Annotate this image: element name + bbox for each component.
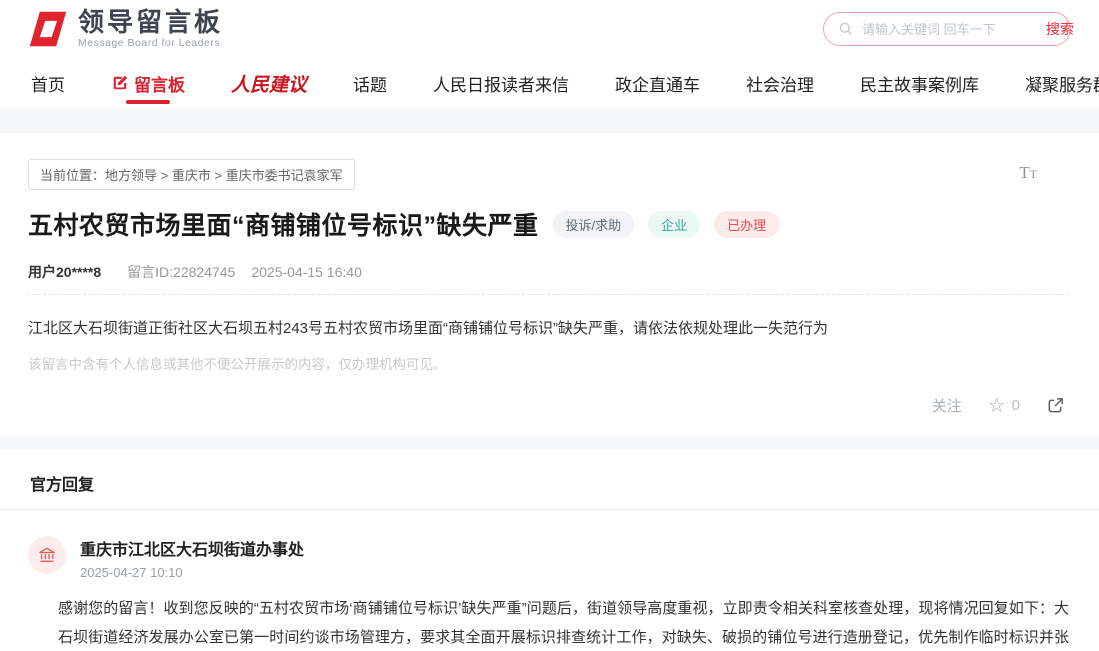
message-content: 江北区大石坝街道正街社区大石坝五村243号五村农贸市场里面“商铺铺位号标识”缺失… — [28, 317, 1069, 341]
section-gap — [0, 108, 1099, 133]
site-logo[interactable]: 领导留言板 Message Board for Leaders — [28, 9, 223, 49]
agency-avatar — [28, 536, 66, 574]
badge-enterprise: 企业 — [648, 211, 700, 238]
badge-complaint: 投诉/求助 — [553, 211, 635, 238]
search-box[interactable]: 搜索 — [823, 12, 1071, 46]
main-nav: 首页 留言板 人民建议 话题 人民日报读者来信 政企直通车 社会治理 民主故事案… — [0, 58, 1099, 108]
pen-icon — [111, 74, 129, 92]
breadcrumb[interactable]: 当前位置：地方领导 > 重庆市 > 重庆市委书记袁家军 — [28, 159, 355, 190]
agency-name: 重庆市江北区大石坝街道办事处 — [80, 536, 304, 560]
site-subtitle: Message Board for Leaders — [78, 37, 223, 49]
star-count: 0 — [1012, 397, 1020, 414]
search-icon — [838, 21, 854, 37]
agency-info: 重庆市江北区大石坝街道办事处 2025-04-27 10:10 — [80, 536, 304, 580]
nav-label: 留言板 — [134, 71, 185, 96]
reply-section-title: 官方回复 — [28, 465, 1069, 509]
nav-label: 政企直通车 — [615, 71, 700, 96]
divider — [0, 509, 1099, 510]
font-size-toggle[interactable]: TT — [1019, 163, 1037, 183]
nav-gov-enterprise[interactable]: 政企直通车 — [601, 58, 714, 108]
nav-social-governance[interactable]: 社会治理 — [732, 58, 828, 108]
message-id: 留言ID:22824745 — [127, 262, 235, 282]
privacy-note: 该留言中含有个人信息或其他不便公开展示的内容，仅办理机构可见。 — [28, 353, 1069, 373]
nav-label: 人民日报读者来信 — [433, 71, 569, 96]
nav-label: 首页 — [31, 71, 65, 96]
logo-icon — [28, 9, 68, 49]
follow-button[interactable]: 关注 — [932, 395, 962, 416]
search-input[interactable] — [862, 22, 1038, 37]
reply-content: 感谢您的留言！收到您反映的“五村农贸市场‘商铺铺位号标识’缺失严重”问题后，街道… — [58, 594, 1069, 651]
nav-home[interactable]: 首页 — [17, 58, 79, 108]
government-building-icon — [37, 545, 57, 565]
site-title: 领导留言板 — [78, 9, 223, 36]
logo-text: 领导留言板 Message Board for Leaders — [78, 9, 223, 48]
top-bar: 领导留言板 Message Board for Leaders 搜索 — [0, 0, 1099, 58]
star-icon: ☆ — [988, 396, 1006, 416]
nav-message-board[interactable]: 留言板 — [97, 58, 199, 108]
message-card: 当前位置：地方领导 > 重庆市 > 重庆市委书记袁家军 TT 五村农贸市场里面“… — [0, 133, 1099, 436]
share-icon[interactable] — [1046, 396, 1065, 415]
message-user: 用户20****8 — [28, 262, 101, 282]
nav-label: 凝聚服务群众 — [1025, 71, 1099, 96]
nav-peoples-suggestions[interactable]: 人民建议 — [217, 58, 321, 108]
badge-handled: 已办理 — [714, 211, 779, 238]
nav-topics[interactable]: 话题 — [339, 58, 401, 108]
message-time: 2025-04-15 16:40 — [251, 264, 362, 280]
nav-serve-masses[interactable]: 凝聚服务群众 — [1011, 58, 1099, 108]
section-gap — [0, 436, 1099, 449]
nav-label: 民主故事案例库 — [860, 71, 979, 96]
message-title: 五村农贸市场里面“商铺铺位号标识”缺失严重 — [28, 206, 539, 242]
search-button[interactable]: 搜索 — [1046, 19, 1074, 39]
nav-label: 人民建议 — [231, 70, 307, 97]
nav-reader-letters[interactable]: 人民日报读者来信 — [419, 58, 583, 108]
star-button[interactable]: ☆ 0 — [988, 396, 1020, 416]
nav-label: 社会治理 — [746, 71, 814, 96]
nav-democracy-cases[interactable]: 民主故事案例库 — [846, 58, 993, 108]
nav-label: 话题 — [353, 71, 387, 96]
reply-time: 2025-04-27 10:10 — [80, 565, 304, 580]
divider — [28, 294, 1069, 295]
official-reply-card: 官方回复 重庆市江北区大石坝街道办事处 2025-04-27 10:10 感谢您… — [0, 449, 1099, 651]
